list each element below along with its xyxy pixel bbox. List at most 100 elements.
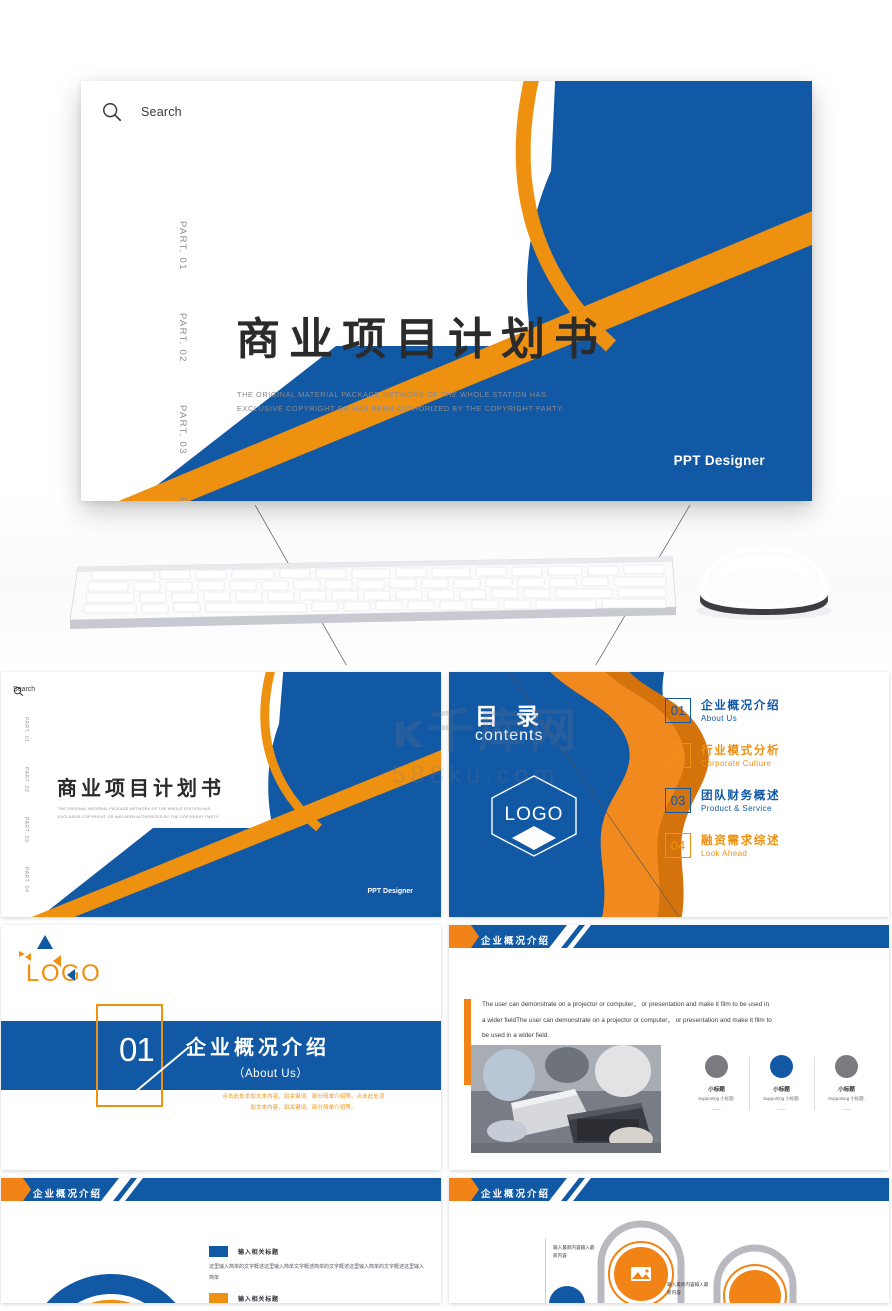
donut-header-title: 企业概况介绍 <box>33 1189 103 1200</box>
donut-legend-body: 这里输入简单的文字概述这里输入简单文字概述简单的文字概述这里输入简单的文字概述这… <box>209 1264 425 1281</box>
donut-legend-title: 输入相关标题 <box>238 1249 279 1256</box>
hero-part-01[interactable]: PART. 01 <box>177 221 188 279</box>
decorative-triangles <box>19 935 75 981</box>
cover-thumb-subtitle-line-2: EXCLUSIVE COPYRIGHT OR HAS BEEN AUTHORIZ… <box>58 814 220 819</box>
slide-about-us[interactable]: 企业概况介绍 The user can demonstrate on a pro… <box>449 925 889 1170</box>
contents-item-title-en: Product & Service <box>701 804 772 813</box>
mouse-icon <box>696 547 832 620</box>
slide-thumbnail-grid: Search PART. 01 PART. 02 PART. 03 PART. … <box>0 672 892 1311</box>
globe-icon <box>815 1055 858 1078</box>
hero-part-list: PART. 01 PART. 02 PART. 03 PART. 04 <box>177 221 188 501</box>
about-feature-columns: 小标题 Supporting 小标题. —— 小标题 Supporting 小标… <box>684 1055 879 1112</box>
hero-part-02[interactable]: PART. 02 <box>177 313 188 371</box>
search-label: Search <box>141 105 182 119</box>
donut-legend-title: 输入相关标题 <box>238 1296 279 1303</box>
hero-subtitle-line-1: THE ORIGINAL MATERIAL PACKAGE NETWORK OF… <box>237 390 547 399</box>
donut-chart-graphic <box>46 1273 176 1303</box>
section-description-line-1: 点击此处添加文本内容，如关键词、部分简单介绍等。点击此处添 <box>222 1094 385 1100</box>
about-feature-sub: Supporting 小标题. <box>763 1096 800 1101</box>
slide-section-divider[interactable]: LOGO 01 企业概况介绍 （About Us） 点击此处添加文本内容，如关键… <box>1 925 441 1170</box>
thumb-part-04: PART. 04 <box>23 867 29 893</box>
circles-label-1: 输入最新内容输入最新内容 <box>553 1245 595 1258</box>
about-feature-dash: —— <box>712 1107 721 1112</box>
search-icon <box>13 686 24 697</box>
about-feature-2[interactable]: 小标题 Supporting 小标题. —— <box>749 1055 814 1112</box>
contents-item-number: 01 <box>665 697 691 723</box>
cover-thumb-search[interactable]: Search <box>13 686 35 697</box>
hero-background-shapes <box>81 81 812 501</box>
hardware-svg <box>69 504 832 676</box>
about-body-text: The user can demonstrate on a projector … <box>482 1001 772 1040</box>
donut-legend-item-1[interactable]: 输入相关标题 这里输入简单的文字概述这里输入简单文字概述简单的文字概述这里输入简… <box>209 1246 424 1283</box>
contents-item-list: 01 企业概况介绍 About Us 02 行业模式分析 Corporate C… <box>665 697 875 877</box>
contents-title-en: contents <box>475 727 544 744</box>
section-description: 点击此处添加文本内容，如关键词、部分简单介绍等。点击此处添 加文本内容，如关键词… <box>181 1092 426 1114</box>
thumb-part-02: PART. 02 <box>23 767 29 793</box>
search-icon <box>103 103 122 122</box>
contents-item-01[interactable]: 01 企业概况介绍 About Us <box>665 697 875 723</box>
contents-item-title-en: Look Ahead <box>701 849 748 858</box>
section-number: 01 <box>119 1031 155 1068</box>
slide-donut-chart[interactable]: 企业概况介绍 输入相关标题 这里输入简单的文字概述这里输入简单文字概述简单的文字… <box>1 1178 441 1303</box>
contents-title: 目 录 contents <box>475 697 544 745</box>
hero-subtitle: THE ORIGINAL MATERIAL PACKAGE NETWORK OF… <box>237 388 564 416</box>
cover-thumb-title: 商业项目计划书 <box>57 776 225 800</box>
about-header-title: 企业概况介绍 <box>481 936 551 947</box>
section-title-en: （About Us） <box>233 1068 309 1080</box>
search-control[interactable]: Search <box>101 101 182 123</box>
cover-thumb-subtitle-line-1: THE ORIGINAL MATERIAL PACKAGE NETWORK OF… <box>58 807 211 811</box>
section-title-cn: 企业概况介绍 <box>186 1035 330 1059</box>
about-feature-dash: —— <box>842 1107 851 1112</box>
team-working-photo <box>471 1045 661 1153</box>
cover-thumb-subtitle: THE ORIGINAL MATERIAL PACKAGE NETWORK OF… <box>58 806 219 821</box>
contents-title-cn: 目 录 <box>475 704 545 730</box>
contents-item-title-cn: 团队财务概述 <box>701 788 781 802</box>
contents-item-number: 03 <box>665 787 691 813</box>
contents-logo: LOGO <box>484 772 584 860</box>
contents-item-02[interactable]: 02 行业模式分析 Corporate Culture <box>665 742 875 768</box>
circles-label-2: 输入最新内容输入最新内容 <box>667 1282 709 1295</box>
contents-item-title-en: About Us <box>701 714 738 723</box>
hero-slide: Search PART. 01 PART. 02 PART. 03 PART. … <box>81 81 812 501</box>
section-description-line-2: 加文本内容，如关键词、部分简单介绍等。 <box>250 1104 357 1111</box>
thumb-part-01: PART. 01 <box>23 717 29 743</box>
thumbnail-row-3: 企业概况介绍 输入相关标题 这里输入简单的文字概述这里输入简单文字概述简单的文字… <box>0 1178 892 1303</box>
circles-vertical-rule <box>545 1238 546 1303</box>
link-glyph <box>750 1056 760 1066</box>
about-feature-sub: Supporting 小标题. <box>698 1096 735 1101</box>
contents-logo-text: LOGO <box>504 804 564 825</box>
about-feature-dash: —— <box>777 1107 786 1112</box>
contents-item-03[interactable]: 03 团队财务概述 Product & Service <box>665 787 875 813</box>
about-feature-1[interactable]: 小标题 Supporting 小标题. —— <box>684 1055 749 1112</box>
about-accent-bar <box>464 999 471 1085</box>
hardware-illustration <box>0 504 892 676</box>
hero-part-04[interactable]: PART. 04 <box>177 497 188 501</box>
hero-part-03[interactable]: PART. 03 <box>177 405 188 463</box>
thumb-part-03: PART. 03 <box>23 817 29 843</box>
about-feature-3[interactable]: 小标题 Supporting 小标题. —— <box>814 1055 879 1112</box>
cover-thumb-designer: PPT Designer <box>367 888 413 895</box>
donut-legend-item-2[interactable]: 输入相关标题 这里输入简单的文字概述这里输入简单文字概述简单的文字概述 <box>209 1293 424 1303</box>
keyboard-icon <box>69 556 677 629</box>
about-feature-title: 小标题 <box>838 1087 855 1093</box>
globe-glyph <box>815 1056 825 1066</box>
slide-contents[interactable]: 目 录 contents LOGO 01 企业概况介绍 About Us 02 … <box>449 672 889 917</box>
contents-item-title-cn: 行业模式分析 <box>701 743 781 757</box>
thumbnail-row-1: Search PART. 01 PART. 02 PART. 03 PART. … <box>0 672 892 917</box>
donut-swatch-blue <box>209 1246 228 1257</box>
link-icon <box>750 1055 793 1078</box>
contents-item-title-cn: 企业概况介绍 <box>701 698 781 712</box>
contents-item-number: 04 <box>665 832 691 858</box>
slide-cover-thumbnail[interactable]: Search PART. 01 PART. 02 PART. 03 PART. … <box>1 672 441 917</box>
contents-item-04[interactable]: 04 融资需求综述 Look Ahead <box>665 832 875 858</box>
bank-glyph <box>685 1056 695 1066</box>
thumbnail-row-2: LOGO 01 企业概况介绍 （About Us） 点击此处添加文本内容，如关键… <box>0 925 892 1170</box>
cover-thumb-part-list: PART. 01 PART. 02 PART. 03 PART. 04 <box>23 717 29 917</box>
donut-legend-list: 输入相关标题 这里输入简单的文字概述这里输入简单文字概述简单的文字概述这里输入简… <box>209 1246 424 1303</box>
about-feature-sub: Supporting 小标题. <box>828 1096 865 1101</box>
about-feature-title: 小标题 <box>708 1087 725 1093</box>
screenshot-page: Search PART. 01 PART. 02 PART. 03 PART. … <box>0 0 892 1303</box>
hero-designer-label: PPT Designer <box>673 453 765 468</box>
bank-icon <box>685 1055 728 1078</box>
slide-circle-steps[interactable]: 企业概况介绍 输入最新内容输入最新内容 输入最新内容输入最新内容 <box>449 1178 889 1303</box>
